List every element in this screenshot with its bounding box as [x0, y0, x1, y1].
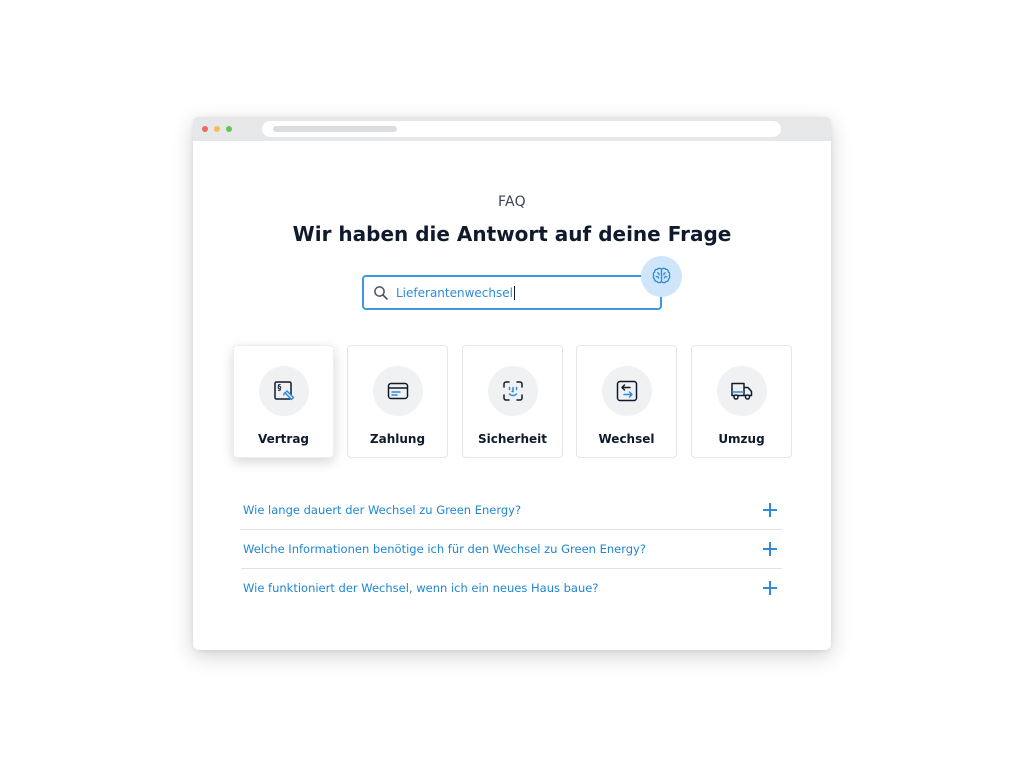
moving-truck-icon — [731, 382, 753, 400]
category-label: Zahlung — [369, 432, 426, 446]
faq-item[interactable]: Wie funktioniert der Wechsel, wenn ich e… — [241, 569, 782, 608]
address-bar[interactable] — [262, 121, 781, 137]
category-card-wechsel[interactable]: Wechsel — [576, 345, 677, 458]
maximize-window-dot[interactable] — [226, 126, 232, 132]
plus-icon[interactable] — [763, 503, 777, 517]
category-icon-circle — [488, 366, 538, 416]
plus-icon[interactable] — [763, 581, 777, 595]
category-label: Sicherheit — [478, 432, 547, 446]
minimize-window-dot[interactable] — [214, 126, 220, 132]
category-card-vertrag[interactable]: § Vertrag — [233, 345, 334, 458]
svg-text:§: § — [278, 383, 282, 392]
ai-assistant-button[interactable] — [641, 256, 682, 297]
faq-item[interactable]: Welche Informationen benötige ich für de… — [241, 530, 782, 569]
contract-icon: § — [274, 381, 295, 401]
category-label: Wechsel — [598, 432, 655, 446]
search-value: Lieferantenwechsel — [396, 286, 513, 300]
category-card-zahlung[interactable]: Zahlung — [347, 345, 448, 458]
category-icon-circle — [717, 366, 767, 416]
faq-item[interactable]: Wie lange dauert der Wechsel zu Green En… — [241, 491, 782, 530]
close-window-dot[interactable] — [202, 126, 208, 132]
faq-question: Wie funktioniert der Wechsel, wenn ich e… — [243, 581, 599, 595]
category-icon-circle — [373, 366, 423, 416]
face-id-icon — [503, 381, 523, 401]
switch-arrows-icon — [616, 380, 638, 402]
faq-question: Wie lange dauert der Wechsel zu Green En… — [243, 503, 522, 517]
brain-icon — [652, 267, 671, 284]
category-label: Vertrag — [257, 432, 310, 446]
category-icon-circle — [602, 366, 652, 416]
address-placeholder — [273, 126, 397, 132]
plus-icon[interactable] — [763, 542, 777, 556]
category-icon-circle: § — [259, 366, 309, 416]
credit-card-icon — [387, 382, 409, 400]
category-label: Umzug — [718, 432, 765, 446]
search-input[interactable]: Lieferantenwechsel — [362, 275, 662, 310]
browser-titlebar — [193, 117, 831, 141]
category-card-sicherheit[interactable]: Sicherheit — [462, 345, 563, 458]
faq-question: Welche Informationen benötige ich für de… — [243, 542, 646, 556]
faq-eyebrow: FAQ — [497, 194, 527, 210]
category-card-umzug[interactable]: Umzug — [691, 345, 792, 458]
search-icon — [374, 286, 388, 300]
page-title: Wir haben die Antwort auf deine Frage — [292, 222, 732, 246]
